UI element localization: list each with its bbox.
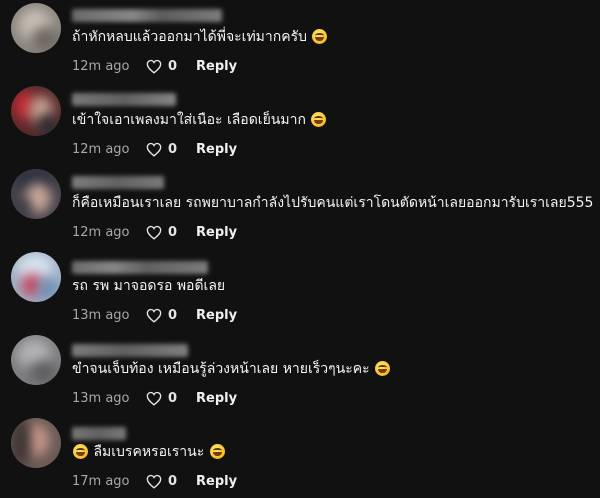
comment-meta: 13m ago 0 Reply [72,388,237,408]
comment-body: รถ รพ มาจอดรอ พอดีเลย [72,278,226,294]
comment-meta: 17m ago 0 Reply [72,471,237,491]
avatar[interactable] [11,86,61,136]
reply-button[interactable]: Reply [196,225,237,240]
comment-meta: 13m ago 0 Reply [72,305,237,325]
comment-item: ถ้าหักหลบแล้วออกมาได้พี่จะเท่มากครับ 12m… [0,0,600,83]
like-button[interactable] [146,142,162,157]
comment-text: ขำจนเจ็บท้อง เหมือนรู้ล่วงหน้าเลย หายเร็… [72,359,391,379]
reply-button[interactable]: Reply [196,59,237,74]
heart-outline-icon [146,391,162,406]
heart-outline-icon [146,225,162,240]
avatar[interactable] [11,335,61,385]
timestamp: 12m ago [72,58,130,74]
comment-body: ลืมเบรคหรอเรานะ [93,444,205,460]
comment-meta: 12m ago 0 Reply [72,139,237,159]
like-count: 0 [168,307,178,323]
heart-outline-icon [146,59,162,74]
avatar[interactable] [11,252,61,302]
username-blurred[interactable] [72,344,188,357]
reply-button[interactable]: Reply [196,308,237,323]
comment-body: ขำจนเจ็บท้อง เหมือนรู้ล่วงหน้าเลย หายเร็… [72,361,370,377]
like-button[interactable] [146,225,162,240]
username-blurred[interactable] [72,261,208,274]
reply-button[interactable]: Reply [196,391,237,406]
timestamp: 13m ago [72,390,130,406]
avatar[interactable] [11,418,61,468]
timestamp: 12m ago [72,224,130,240]
laughing-tears-emoji-icon [209,444,225,459]
comment-body: ถ้าหักหลบแล้วออกมาได้พี่จะเท่มากครับ [72,29,308,45]
comment-item: เข้าใจเอาเพลงมาใส่เนือะ เลือดเย็นมาก 12m… [0,83,600,166]
timestamp: 12m ago [72,141,130,157]
like-button[interactable] [146,391,162,406]
username-blurred[interactable] [72,427,126,440]
avatar[interactable] [11,3,61,53]
like-count: 0 [168,473,178,489]
reply-button[interactable]: Reply [196,142,237,157]
comment-text: เข้าใจเอาเพลงมาใส่เนือะ เลือดเย็นมาก [72,110,327,130]
comment-meta: 12m ago 0 Reply [72,222,237,242]
timestamp: 13m ago [72,307,130,323]
reply-button[interactable]: Reply [196,474,237,489]
comment-item: รถ รพ มาจอดรอ พอดีเลย 13m ago 0 Reply [0,249,600,332]
like-count: 0 [168,224,178,240]
heart-outline-icon [146,142,162,157]
like-button[interactable] [146,474,162,489]
laughing-tears-emoji-icon [73,444,88,459]
like-button[interactable] [146,308,162,323]
like-count: 0 [168,58,178,74]
username-blurred[interactable] [72,176,164,189]
username-blurred[interactable] [72,93,176,106]
comment-item: ขำจนเจ็บท้อง เหมือนรู้ล่วงหน้าเลย หายเร็… [0,332,600,415]
comment-item: ลืมเบรคหรอเรานะ 17m ago 0 Reply [0,415,600,498]
comment-body: ก็คือเหมือนเราเลย รถพยาบาลกำลังไปรับคนแต… [72,195,594,211]
timestamp: 17m ago [72,473,130,489]
comment-text: ลืมเบรคหรอเรานะ [72,442,226,462]
like-count: 0 [168,390,178,406]
heart-outline-icon [146,474,162,489]
like-count: 0 [168,141,178,157]
laughing-tears-emoji-icon [375,361,391,376]
comment-meta: 12m ago 0 Reply [72,56,237,76]
laughing-tears-emoji-icon [311,112,327,127]
like-button[interactable] [146,59,162,74]
comment-item: ก็คือเหมือนเราเลย รถพยาบาลกำลังไปรับคนแต… [0,166,600,249]
laughing-tears-emoji-icon [312,29,328,44]
comment-body: เข้าใจเอาเพลงมาใส่เนือะ เลือดเย็นมาก [72,112,306,128]
heart-outline-icon [146,308,162,323]
comment-text: รถ รพ มาจอดรอ พอดีเลย [72,276,225,296]
username-blurred[interactable] [72,9,222,22]
avatar[interactable] [11,169,61,219]
comment-text: ถ้าหักหลบแล้วออกมาได้พี่จะเท่มากครับ [72,27,328,47]
comment-text: ก็คือเหมือนเราเลย รถพยาบาลกำลังไปรับคนแต… [72,193,593,213]
